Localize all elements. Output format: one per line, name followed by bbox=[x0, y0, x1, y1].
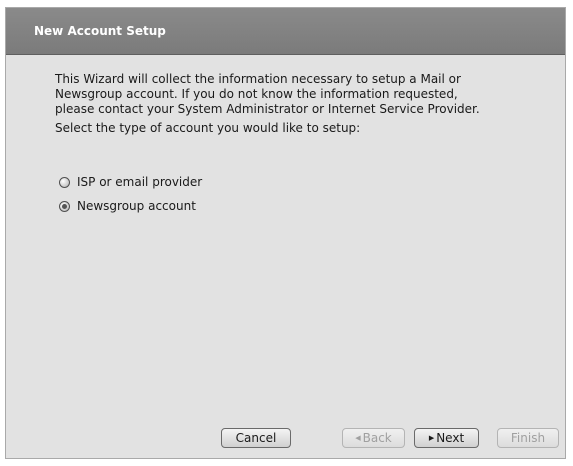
radio-newsgroup-account[interactable]: Newsgroup account bbox=[59, 194, 202, 218]
cancel-button[interactable]: Cancel bbox=[221, 428, 291, 448]
next-button-label: Next bbox=[436, 431, 465, 445]
back-button[interactable]: ◀ Back bbox=[342, 428, 405, 448]
radio-button-icon[interactable] bbox=[59, 176, 70, 188]
account-type-radio-group: ISP or email provider Newsgroup account bbox=[59, 170, 202, 218]
finish-button-label: Finish bbox=[510, 431, 546, 445]
wizard-button-bar: Cancel ◀ Back ▶ Next Finish bbox=[0, 428, 573, 450]
next-button[interactable]: ▶ Next bbox=[414, 428, 479, 448]
cancel-button-label: Cancel bbox=[235, 431, 277, 445]
radio-label[interactable]: ISP or email provider bbox=[77, 175, 202, 189]
radio-button-selected-icon[interactable] bbox=[59, 200, 70, 212]
radio-isp-email-provider[interactable]: ISP or email provider bbox=[59, 170, 202, 194]
next-arrow-icon: ▶ bbox=[428, 434, 435, 442]
wizard-title: New Account Setup bbox=[34, 24, 166, 38]
wizard-titlebar: New Account Setup bbox=[6, 8, 565, 55]
back-arrow-icon: ◀ bbox=[355, 434, 361, 442]
account-type-prompt: Select the type of account you would lik… bbox=[55, 121, 361, 135]
intro-text: This Wizard will collect the information… bbox=[55, 72, 480, 116]
wizard-content: This Wizard will collect the information… bbox=[55, 72, 535, 136]
radio-label[interactable]: Newsgroup account bbox=[77, 199, 196, 213]
finish-button[interactable]: Finish bbox=[497, 428, 559, 448]
back-button-label: Back bbox=[362, 431, 392, 445]
